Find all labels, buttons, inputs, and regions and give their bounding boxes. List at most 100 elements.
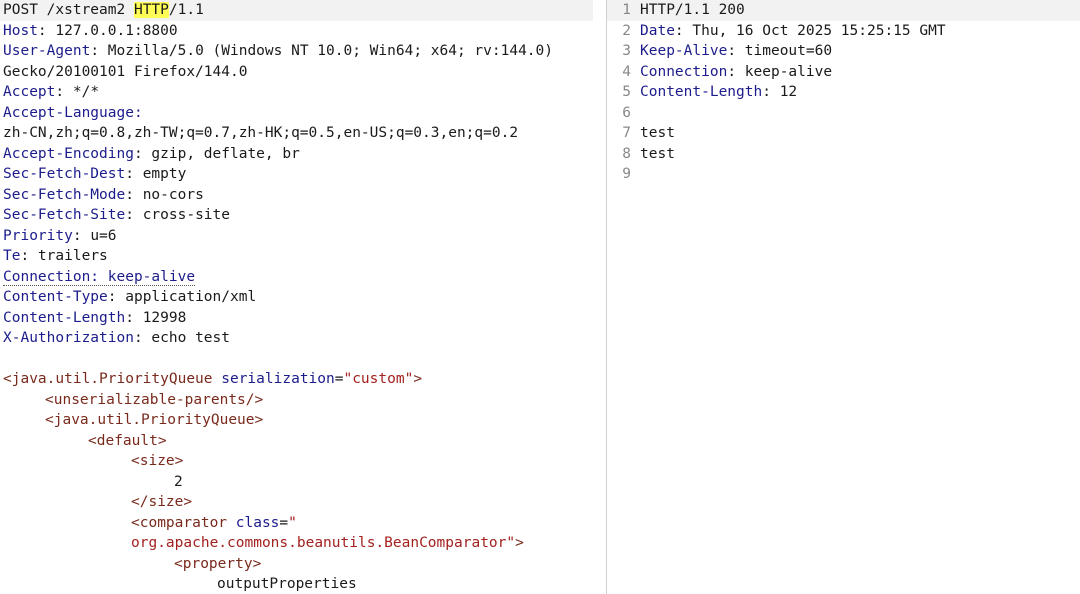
header-line-user-agent[interactable]: User-Agent: Mozilla/5.0 (Windows NT 10.0…	[0, 41, 606, 62]
xml-tag: <size>	[131, 453, 184, 469]
xml-eq: =	[279, 514, 289, 531]
header-line-host[interactable]: Host: 127.0.0.1:8800	[0, 21, 606, 42]
header-value: 12998	[142, 309, 187, 326]
xml-line-priority-queue[interactable]: <java.util.PriorityQueue serialization="…	[0, 369, 606, 390]
line-number: 3	[622, 43, 631, 59]
header-key: Connection	[640, 63, 728, 80]
response-line-1[interactable]: 1 HTTP/1.1 200	[607, 0, 1080, 21]
xml-line-comparator[interactable]: <comparator class="	[0, 513, 606, 534]
header-line-sec-fetch-site[interactable]: Sec-Fetch-Site: cross-site	[0, 205, 606, 226]
connection-header-underlined: Connection: keep-alive	[3, 268, 196, 286]
xml-line-property-open[interactable]: <property>	[0, 554, 606, 575]
request-pane[interactable]: POST /xstream2 HTTP/1.1 Host: 127.0.0.1:…	[0, 0, 606, 594]
line-number: 8	[622, 145, 631, 162]
header-key: Te	[3, 248, 21, 264]
xml-line-size-value[interactable]: 2	[0, 472, 606, 493]
header-key: Content-Type	[3, 289, 108, 305]
header-line-sec-fetch-dest[interactable]: Sec-Fetch-Dest: empty	[0, 164, 606, 185]
xml-line-property-value[interactable]: outputProperties	[0, 574, 606, 594]
header-sep: :	[55, 84, 73, 100]
header-value: Gecko/20100101 Firefox/144.0	[3, 63, 248, 80]
response-line-6[interactable]: 6	[607, 103, 1080, 124]
response-line-2[interactable]: 2 Date: Thu, 16 Oct 2025 15:25:15 GMT	[607, 21, 1080, 42]
response-status-line: HTTP/1.1 200	[640, 2, 745, 18]
header-sep: :	[37, 22, 56, 39]
header-key: Sec-Fetch-Mode	[3, 186, 126, 203]
header-line-content-type[interactable]: Content-Type: application/xml	[0, 287, 606, 308]
header-value: trailers	[37, 248, 108, 264]
header-value: 127.0.0.1:8800	[55, 22, 178, 39]
request-protocol-version: /1.1	[168, 2, 204, 18]
header-sep: :	[133, 145, 152, 162]
xml-tag: <comparator	[131, 514, 228, 531]
header-sep: :	[674, 22, 693, 39]
response-line-4[interactable]: 4 Connection: keep-alive	[607, 62, 1080, 83]
header-sep: :	[125, 309, 143, 326]
header-value: echo test	[151, 330, 230, 346]
header-value: Mozilla/5.0 (Windows NT 10.0; Win64; x64…	[107, 43, 553, 59]
xml-text: outputProperties	[217, 576, 357, 592]
http-message-viewer: POST /xstream2 HTTP/1.1 Host: 127.0.0.1:…	[0, 0, 1080, 594]
header-key: Accept	[3, 84, 56, 100]
header-line-accept[interactable]: Accept: */*	[0, 82, 606, 103]
header-sep: :	[20, 248, 38, 264]
blank-line[interactable]	[0, 349, 606, 370]
header-sep: :	[72, 227, 91, 244]
header-sep: :	[133, 104, 143, 121]
header-line-priority[interactable]: Priority: u=6	[0, 226, 606, 247]
response-line-5[interactable]: 5 Content-Length: 12	[607, 82, 1080, 103]
line-number: 1	[622, 2, 631, 18]
response-pane[interactable]: 1 HTTP/1.1 200 2 Date: Thu, 16 Oct 2025 15…	[607, 0, 1080, 594]
header-line-accept-encoding[interactable]: Accept-Encoding: gzip, deflate, br	[0, 144, 606, 165]
request-line[interactable]: POST /xstream2 HTTP/1.1	[0, 0, 593, 21]
xml-line-size-close[interactable]: </size>	[0, 492, 606, 513]
header-key: Accept-Language	[3, 104, 134, 121]
header-line-accept-language-value[interactable]: zh-CN,zh;q=0.8,zh-TW;q=0.7,zh-HK;q=0.5,e…	[0, 123, 606, 144]
line-number: 6	[622, 104, 631, 121]
header-sep: :	[125, 207, 143, 223]
header-key: Host	[3, 22, 38, 39]
header-line-sec-fetch-mode[interactable]: Sec-Fetch-Mode: no-cors	[0, 185, 606, 206]
header-key: Content-Length	[3, 309, 126, 326]
response-line-9[interactable]: 9	[607, 164, 1080, 185]
header-sep: :	[762, 84, 780, 100]
line-number: 2	[622, 22, 631, 39]
header-line-user-agent-cont[interactable]: Gecko/20100101 Firefox/144.0	[0, 62, 606, 83]
xml-line-size-open[interactable]: <size>	[0, 451, 606, 472]
header-value: no-cors	[142, 186, 204, 203]
header-key: Date	[640, 22, 675, 39]
xml-tag: </size>	[131, 494, 193, 510]
xml-line-unserializable-parents[interactable]: <unserializable-parents/>	[0, 390, 606, 411]
xml-line-comparator-class[interactable]: org.apache.commons.beanutils.BeanCompara…	[0, 533, 606, 554]
xml-line-default[interactable]: <default>	[0, 431, 606, 452]
header-key: Sec-Fetch-Dest	[3, 166, 126, 182]
header-sep: :	[727, 43, 745, 59]
xml-line-priority-queue-inner[interactable]: <java.util.PriorityQueue>	[0, 410, 606, 431]
header-sep: :	[727, 63, 745, 80]
response-line-8[interactable]: 8 test	[607, 144, 1080, 165]
response-line-3[interactable]: 3 Keep-Alive: timeout=60	[607, 41, 1080, 62]
header-value: Thu, 16 Oct 2025 15:25:15 GMT	[692, 22, 946, 39]
request-path: /xstream2	[46, 2, 134, 18]
line-number: 9	[622, 166, 631, 182]
xml-attr: serialization	[212, 371, 335, 387]
header-value: u=6	[90, 227, 117, 244]
line-number: 7	[622, 125, 631, 141]
response-body-text: test	[640, 125, 675, 141]
header-line-te[interactable]: Te: trailers	[0, 246, 606, 267]
header-line-x-authorization[interactable]: X-Authorization: echo test	[0, 328, 606, 349]
header-key: Content-Length	[640, 84, 763, 100]
line-number: 5	[622, 84, 631, 100]
xml-quote: "	[506, 535, 516, 551]
header-line-content-length[interactable]: Content-Length: 12998	[0, 308, 606, 329]
header-key: Keep-Alive	[640, 43, 728, 59]
header-value: keep-alive	[744, 63, 833, 80]
header-line-connection[interactable]: Connection: keep-alive	[0, 267, 606, 288]
header-key: X-Authorization	[3, 330, 134, 346]
header-value: */*	[72, 84, 100, 100]
header-sep: :	[133, 330, 152, 346]
header-line-accept-language[interactable]: Accept-Language:	[0, 103, 606, 124]
response-body-text: test	[640, 145, 675, 162]
response-line-7[interactable]: 7 test	[607, 123, 1080, 144]
header-key: Accept-Encoding	[3, 145, 134, 162]
